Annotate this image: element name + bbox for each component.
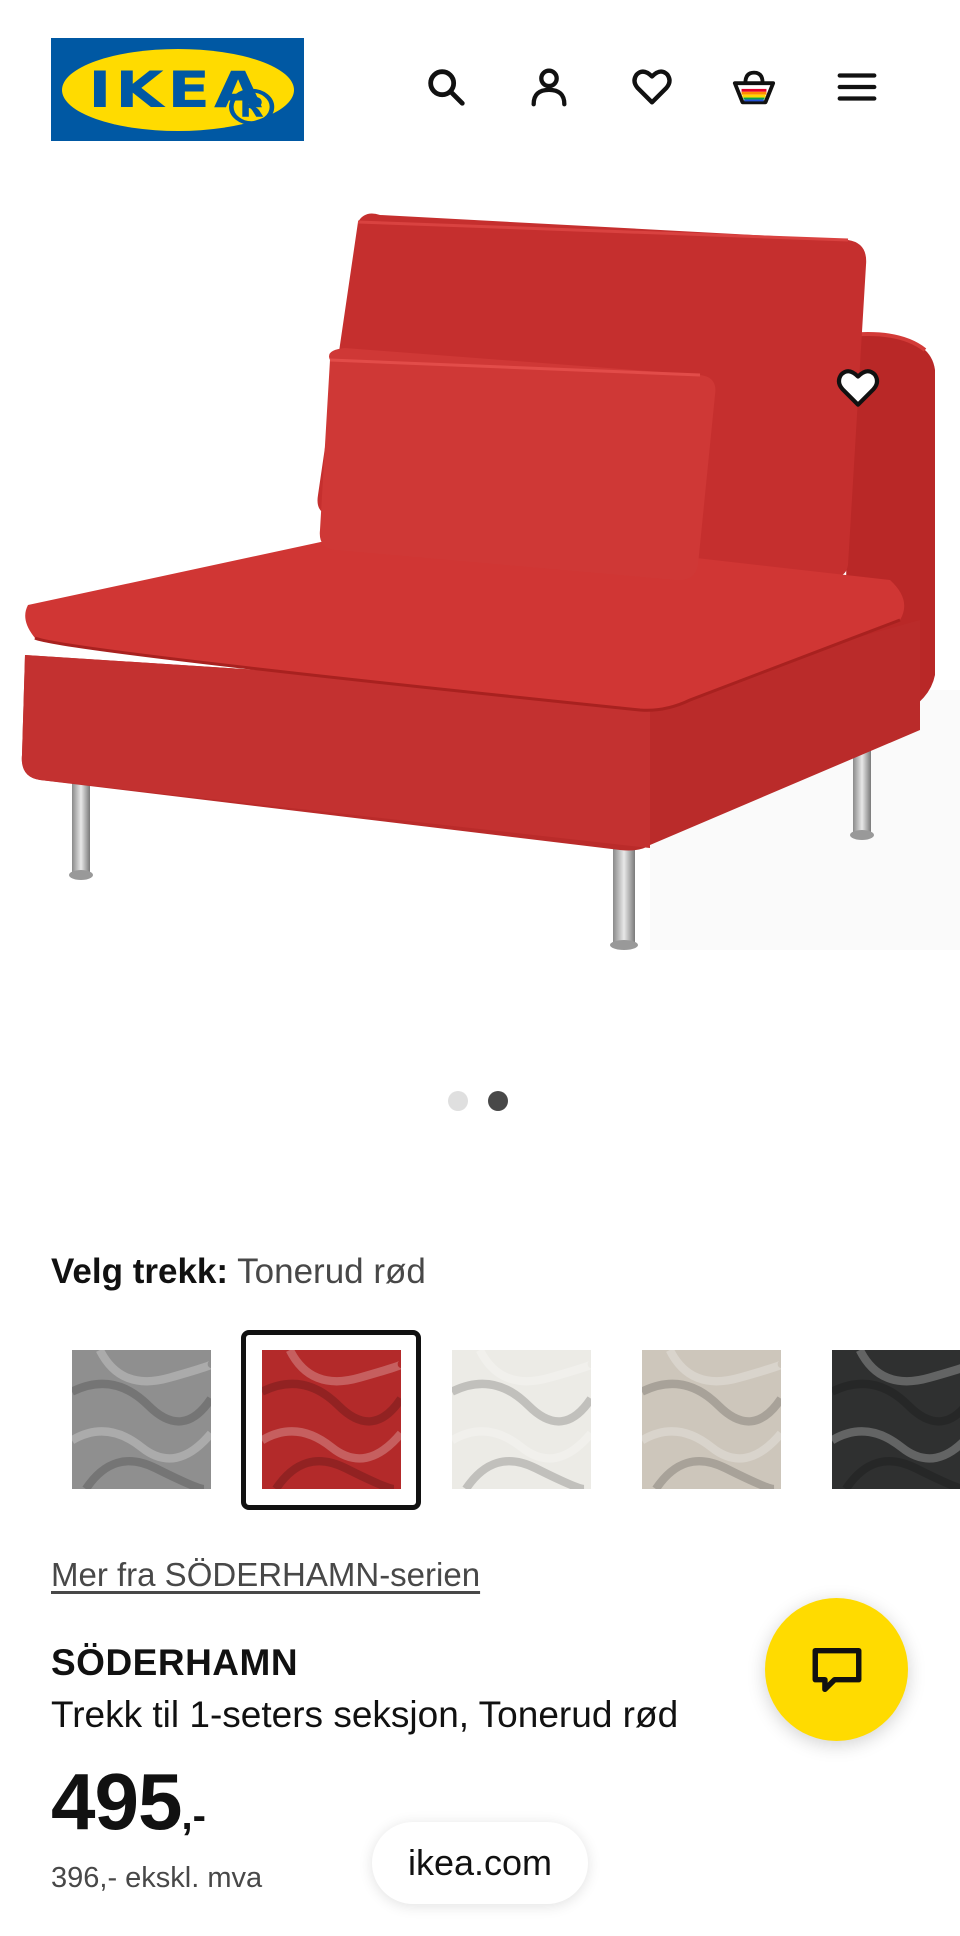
series-link[interactable]: Mer fra SÖDERHAMN-serien [51,1556,480,1594]
site-header: IKEA ® [0,0,960,180]
swatch-grey[interactable] [72,1350,211,1489]
carousel-dot-active[interactable] [488,1091,508,1111]
add-to-favourites-icon[interactable] [830,360,886,416]
chat-icon [812,1647,861,1692]
url-text: ikea.com [407,1842,553,1883]
ikea-logo[interactable]: IKEA ® [51,38,304,141]
cover-label: Velg trekk: [51,1252,229,1291]
product-description: Trekk til 1-seters seksjon, Tonerud rød [51,1694,679,1735]
search-icon[interactable] [419,60,473,114]
price-amount: 495 [51,1757,182,1846]
chat-button[interactable] [765,1598,908,1741]
carousel-dot[interactable] [448,1091,468,1111]
heart-icon[interactable] [625,60,679,114]
cover-selector-label: Velg trekk: Tonerud rød [51,1252,426,1292]
price-excluding-vat: 396,- ekskl. mva [51,1862,263,1894]
carousel-indicator [448,1091,508,1111]
swatch-white[interactable] [452,1350,591,1489]
swatch-beige[interactable] [642,1350,781,1489]
registered-mark: ® [219,78,287,137]
browser-url-bar[interactable]: ikea.com [372,1822,588,1904]
product-gallery[interactable] [0,180,960,1080]
swatch-black[interactable] [832,1350,960,1489]
swatch-red[interactable] [262,1350,401,1489]
cover-selected-value: Tonerud rød [237,1252,426,1291]
basket-icon[interactable] [727,60,781,114]
product-name: SÖDERHAMN [51,1642,299,1683]
menu-icon[interactable] [830,60,884,114]
sofa-image [21,213,935,950]
account-icon[interactable] [522,60,576,114]
price-suffix: ,- [181,1794,206,1838]
product-price: 495 ,- [51,1758,206,1846]
logo-oval: IKEA ® [61,48,294,137]
